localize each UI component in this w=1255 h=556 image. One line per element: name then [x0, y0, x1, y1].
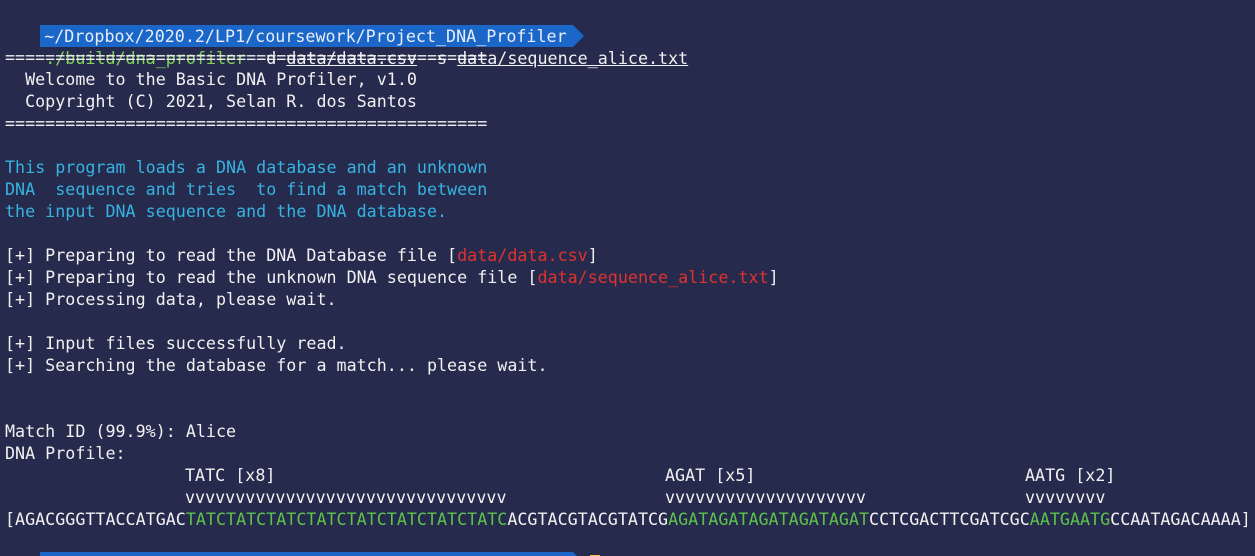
log-success: [+] Input files successfully read. — [5, 333, 347, 353]
prompt-path: ~/Dropbox/2020.2/LP1/coursework/Project_… — [40, 25, 573, 47]
banner-copyright: Copyright (C) 2021, Selan R. dos Santos — [5, 91, 417, 111]
log-processing: [+] Processing data, please wait. — [5, 289, 337, 309]
prompt-line[interactable]: ~/Dropbox/2020.2/LP1/coursework/Project_… — [5, 530, 600, 556]
intro-line-2: DNA sequence and tries to find a match b… — [5, 179, 488, 199]
database-filename: data/data.csv — [457, 245, 588, 265]
prompt-arrow-icon — [572, 25, 584, 47]
banner-rule-bottom: ========================================… — [5, 113, 488, 133]
log-read-database-text: [+] Preparing to read the DNA Database f… — [5, 245, 458, 265]
banner-welcome: Welcome to the Basic DNA Profiler, v1.0 — [5, 69, 417, 89]
prompt-arrow-icon — [572, 552, 584, 556]
log-read-sequence-text: [+] Preparing to read the unknown DNA se… — [5, 267, 538, 287]
sequence-str-agat: AGATAGATAGATAGATAGAT — [668, 509, 870, 529]
log-read-database: [+] Preparing to read the DNA Database f… — [5, 244, 598, 266]
sequence-open-bracket: [ — [5, 509, 16, 529]
dna-profile-label: DNA Profile: — [5, 443, 126, 463]
sequence-str-aatg: AATGAATG — [1029, 509, 1111, 529]
arg-sequence-file: data/sequence_alice.txt — [457, 48, 689, 68]
sequence-segment-3: CCTCGACTTCGATCGC — [869, 509, 1030, 529]
log-read-sequence: [+] Preparing to read the unknown DNA se… — [5, 266, 779, 288]
bracket-close: ] — [768, 267, 779, 287]
terminal-window[interactable]: ~/Dropbox/2020.2/LP1/coursework/Project_… — [0, 0, 1255, 556]
sequence-segment-1: AGACGGGTTACCATGAC — [15, 509, 186, 529]
sequence-filename: data/sequence_alice.txt — [537, 267, 769, 287]
prompt-path: ~/Dropbox/2020.2/LP1/coursework/Project_… — [40, 552, 573, 556]
match-result: Match ID (99.9%): Alice — [5, 421, 237, 441]
intro-line-1: This program loads a DNA database and an… — [5, 157, 488, 177]
str-marker-aatg: vvvvvvvv — [1025, 487, 1106, 507]
str-label-agat: AGAT [x5] — [665, 465, 756, 485]
str-label-aatg: AATG [x2] — [1025, 465, 1116, 485]
intro-line-3: the input DNA sequence and the DNA datab… — [5, 201, 448, 221]
str-label-tatc: TATC [x8] — [185, 465, 276, 485]
sequence-close-bracket: ] — [1240, 509, 1251, 529]
banner-rule-top: ========================================… — [5, 47, 488, 67]
sequence-segment-4: CCAATAGACAAAA — [1110, 509, 1241, 529]
log-searching: [+] Searching the database for a match..… — [5, 355, 548, 375]
sequence-str-tatc: TATCTATCTATCTATCTATCTATCTATCTATC — [185, 509, 508, 529]
dna-sequence: [AGACGGGTTACCATGACTATCTATCTATCTATCTATCTA… — [5, 508, 1251, 530]
command-line: ~/Dropbox/2020.2/LP1/coursework/Project_… — [5, 3, 688, 68]
str-marker-agat: vvvvvvvvvvvvvvvvvvvv — [665, 487, 866, 507]
bracket-close: ] — [587, 245, 598, 265]
sequence-segment-2: ACGTACGTACGTATCG — [507, 509, 669, 529]
str-marker-tatc: vvvvvvvvvvvvvvvvvvvvvvvvvvvvvvvv — [185, 487, 507, 507]
